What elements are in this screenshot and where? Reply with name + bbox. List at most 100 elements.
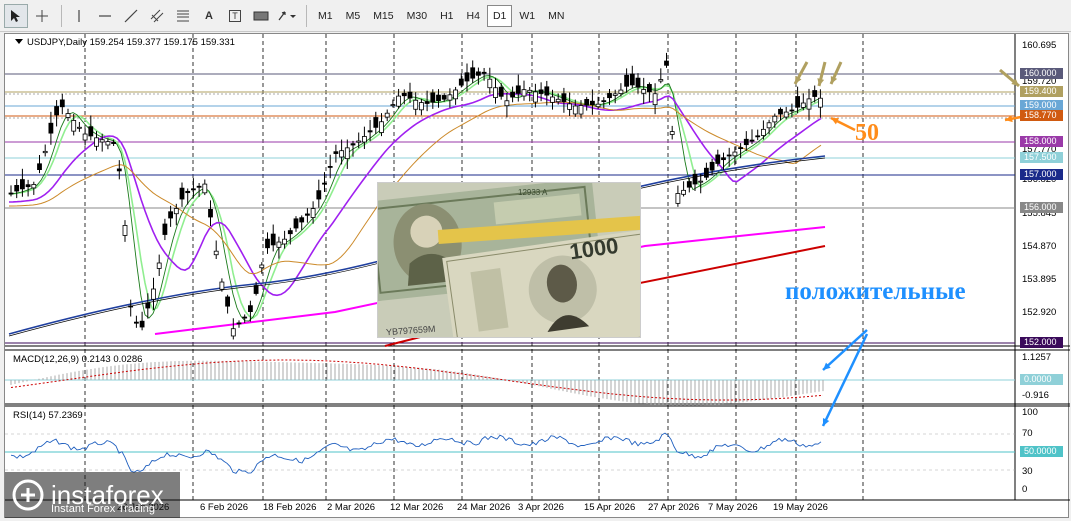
toolbar-separator (306, 4, 307, 27)
symbol-title-text: USDJPY,Daily 159.254 159.377 159.175 159… (27, 37, 235, 48)
date-axis-label: 18 Feb 2026 (263, 502, 317, 513)
candle-body (379, 121, 384, 133)
date-axis-label: 6 Feb 2026 (200, 502, 249, 513)
candle-body (624, 74, 629, 87)
rsi-line (10, 432, 822, 474)
shapes-icon[interactable] (249, 4, 273, 28)
timeframe-h1[interactable]: H1 (434, 5, 459, 27)
timeframe-m1[interactable]: M1 (312, 5, 339, 27)
candle-body (715, 154, 721, 164)
candle-body (304, 213, 310, 216)
candle-body (595, 103, 601, 108)
candle-body (122, 225, 128, 236)
candle-body (299, 217, 305, 223)
candle-body (669, 131, 675, 135)
candle-body (470, 67, 476, 79)
candle-body (173, 208, 179, 215)
candle-body (418, 102, 424, 111)
timeframe-mn[interactable]: MN (542, 5, 570, 27)
candle-body (458, 78, 464, 86)
label-tool-button[interactable]: T (223, 4, 247, 28)
candle-body (185, 190, 191, 194)
macd-title: MACD(12,26,9) 0.2143 0.0286 (13, 354, 143, 365)
candle-body (550, 96, 555, 103)
candle-body (384, 112, 390, 118)
timeframe-m30[interactable]: M30 (401, 5, 433, 27)
price-axis-label: 154.870 (1022, 241, 1057, 252)
date-axis-label: 19 May 2026 (773, 502, 828, 513)
crosshair-icon[interactable] (30, 4, 54, 28)
candle-body (487, 78, 493, 89)
candle-body (778, 108, 783, 115)
channel-icon[interactable] (145, 4, 169, 28)
horizontal-line-icon[interactable] (93, 4, 117, 28)
candle-body (42, 150, 48, 154)
date-axis-label: 7 May 2026 (708, 502, 758, 513)
candle-body (475, 71, 481, 76)
candle-body (111, 142, 116, 144)
candle-body (761, 128, 766, 136)
annotation-fifty-text: 50 (855, 120, 879, 146)
candle-body (259, 264, 265, 269)
candle-body (783, 111, 789, 118)
candle-body (236, 322, 242, 325)
candle-body (743, 138, 749, 146)
candle-body (253, 285, 259, 294)
label-tool-label: T (229, 9, 241, 22)
fibonacci-icon[interactable] (171, 4, 195, 28)
candle-body (652, 93, 658, 106)
timeframe-h4[interactable]: H4 (461, 5, 486, 27)
candle-body (504, 100, 510, 107)
arrows-icon[interactable] (275, 4, 299, 28)
candle-body (709, 161, 715, 171)
candle-body (498, 86, 504, 97)
vertical-line-icon[interactable] (67, 4, 91, 28)
logo-tagline: Instant Forex Trading (51, 503, 155, 515)
candle-body (247, 305, 253, 312)
candle-body (367, 130, 373, 133)
candle-body (692, 173, 698, 185)
macd-axis-label: 1.1257 (1022, 352, 1052, 363)
candle-body (401, 92, 407, 97)
price-axis-label: 160.695 (1022, 40, 1057, 51)
timeframe-m15[interactable]: M15 (367, 5, 399, 27)
candle-body (168, 211, 174, 219)
candle-body (481, 71, 487, 74)
candle-body (721, 157, 726, 161)
text-tool-button[interactable]: A (197, 4, 221, 28)
candle-body (749, 139, 755, 142)
candle-body (316, 190, 322, 200)
price-level-tag: 152.000 (1020, 337, 1063, 348)
timeframe-m5[interactable]: M5 (340, 5, 367, 27)
instaforex-logo-icon (12, 479, 44, 511)
candle-body (333, 151, 339, 154)
price-level-tag: 158.770 (1020, 110, 1063, 121)
candle-body (407, 91, 413, 99)
timeframe-d1[interactable]: D1 (486, 4, 513, 27)
candle-body (59, 99, 65, 108)
candle-body (270, 233, 276, 246)
candle-body (14, 185, 20, 192)
candle-body (82, 133, 88, 141)
cursor-icon[interactable] (4, 3, 28, 28)
candle-body (726, 154, 732, 157)
candle-body (219, 281, 225, 290)
candle-body (732, 151, 738, 157)
rsi-axis-label: 30 (1022, 466, 1033, 477)
candle-body (139, 320, 145, 328)
rsi-axis-label: 0 (1022, 484, 1028, 495)
price-level-tag: 157.500 (1020, 152, 1063, 163)
candle-body (441, 95, 447, 100)
rsi-title: RSI(14) 57.2369 (13, 410, 83, 421)
candle-body (686, 181, 692, 188)
rsi-axis-label: 50.0000 (1020, 446, 1063, 457)
timeframe-w1[interactable]: W1 (513, 5, 541, 27)
candle-body (658, 79, 664, 82)
symbol-title: USDJPY,Daily 159.254 159.377 159.175 159… (15, 37, 235, 48)
chart-window[interactable]: USDJPY,Daily 159.254 159.377 159.175 159… (4, 33, 1070, 518)
instaforex-logo: instaforex Instant Forex Trading (5, 472, 180, 518)
candle-body (322, 182, 327, 185)
candle-body (521, 89, 527, 97)
trend-line-icon[interactable] (119, 4, 143, 28)
candle-body (812, 90, 818, 97)
